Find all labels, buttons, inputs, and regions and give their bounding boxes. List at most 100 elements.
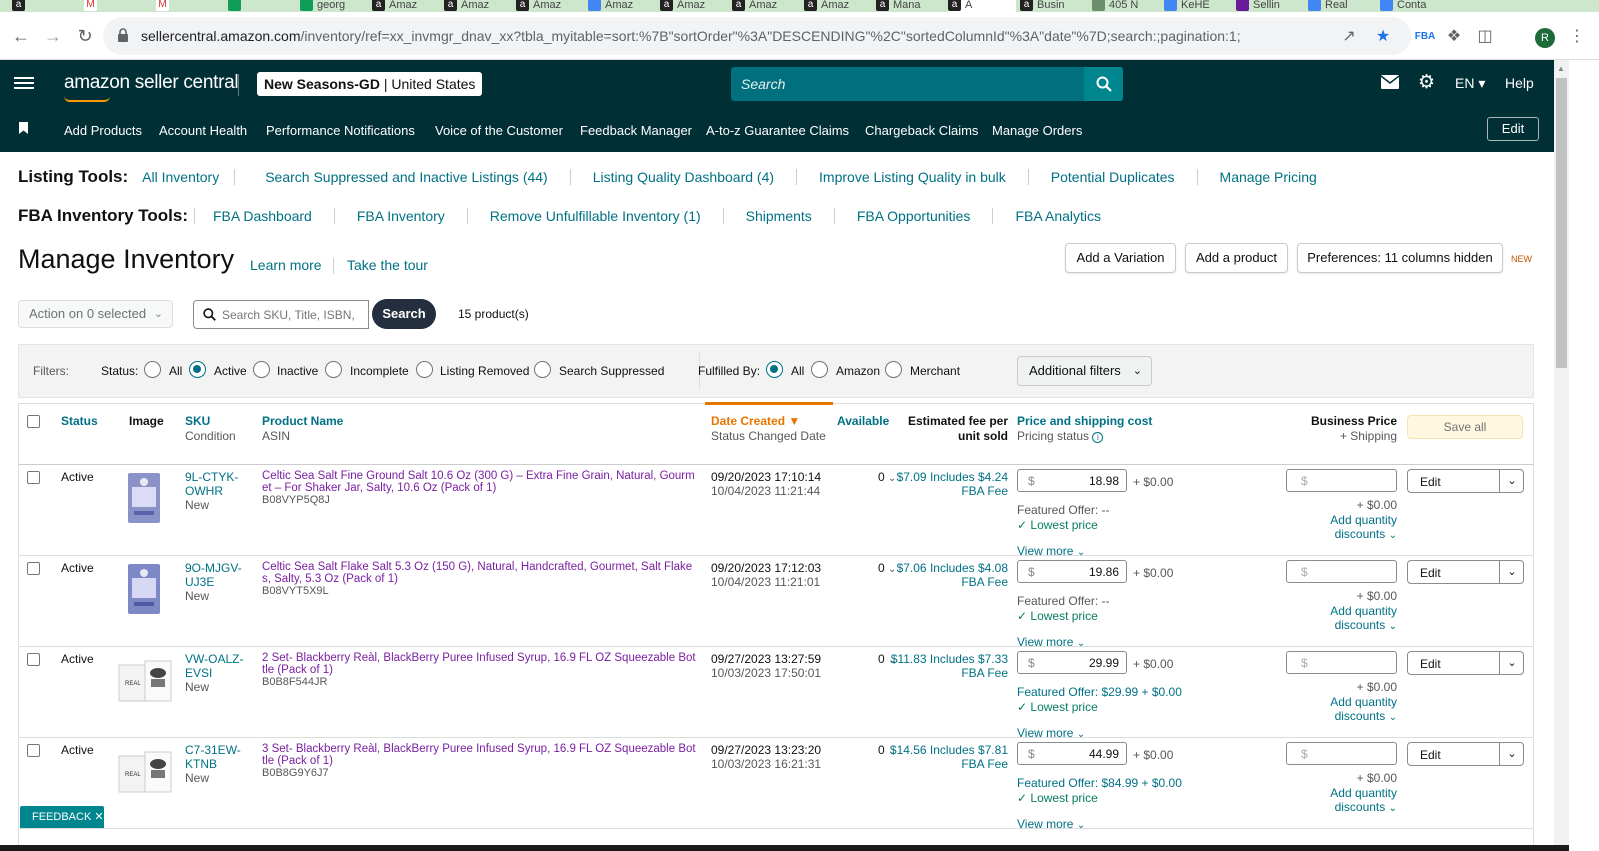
col-status[interactable]: Status — [61, 414, 98, 429]
help-link[interactable]: Help — [1505, 75, 1534, 91]
edit-button[interactable]: Edit ⌄ — [1407, 560, 1524, 584]
header-search-input[interactable]: Search — [731, 67, 1123, 101]
nav-account-health[interactable]: Account Health — [159, 123, 247, 138]
reload-icon[interactable]: ↻ — [74, 25, 96, 47]
add-quantity-discounts-link[interactable]: Add quantity discounts ⌄ — [1316, 513, 1397, 543]
business-price-input[interactable]: $ — [1286, 742, 1397, 765]
row-checkbox[interactable] — [27, 471, 40, 484]
radio-status-search-suppressed[interactable] — [534, 361, 551, 378]
edit-dropdown-chevron-icon[interactable]: ⌄ — [1499, 652, 1524, 674]
sku-link[interactable]: VW-OALZ-EVSI New — [185, 652, 251, 694]
col-product-name[interactable]: Product Name ASIN — [262, 414, 343, 444]
browser-tab[interactable]: Sellin — [1236, 0, 1304, 12]
link-manage-pricing[interactable]: Manage Pricing — [1198, 169, 1339, 185]
product-image[interactable] — [126, 473, 164, 523]
edit-button[interactable]: Edit ⌄ — [1407, 651, 1524, 675]
preferences-button[interactable]: Preferences: 11 columns hidden — [1297, 243, 1503, 273]
browser-tab[interactable]: a Amaz — [732, 0, 800, 12]
business-price-input[interactable]: $ — [1286, 560, 1397, 583]
browser-tab[interactable]: a Mana — [876, 0, 944, 12]
price-input[interactable]: $18.98 — [1017, 469, 1127, 492]
browser-tab[interactable]: Real — [1308, 0, 1376, 12]
link-all-inventory[interactable]: All Inventory — [132, 169, 236, 185]
take-tour-link[interactable]: Take the tour — [347, 257, 428, 273]
address-bar[interactable]: sellercentral.amazon.com/inventory/ref=x… — [103, 17, 1411, 55]
product-name-link[interactable]: Celtic Sea Salt Fine Ground Salt 10.6 Oz… — [262, 470, 698, 506]
scroll-up-icon[interactable]: ▲ — [1557, 64, 1565, 73]
link-shipments[interactable]: Shipments — [724, 208, 835, 224]
radio-fulfilled-amazon[interactable] — [811, 361, 828, 378]
nav-manage-orders[interactable]: Manage Orders — [992, 123, 1082, 138]
add-quantity-discounts-link[interactable]: Add quantity discounts ⌄ — [1316, 695, 1397, 725]
browser-tab[interactable]: georg — [300, 0, 368, 12]
row-checkbox[interactable] — [27, 562, 40, 575]
search-button[interactable]: Search — [372, 299, 436, 329]
browser-tab[interactable]: a Amaz — [804, 0, 872, 12]
product-image[interactable]: REAL — [117, 746, 172, 796]
select-all-checkbox[interactable] — [27, 415, 40, 428]
edit-button[interactable]: Edit ⌄ — [1407, 469, 1524, 493]
browser-tab[interactable]: aA — [948, 0, 1016, 12]
edit-dropdown-chevron-icon[interactable]: ⌄ — [1499, 561, 1524, 583]
browser-tab[interactable]: M — [84, 0, 152, 12]
browser-tab[interactable]: KeHE — [1164, 0, 1232, 12]
row-checkbox[interactable] — [27, 653, 40, 666]
edit-nav-button[interactable]: Edit — [1487, 117, 1539, 141]
browser-tab[interactable]: a Busin — [1020, 0, 1088, 12]
extension-icon[interactable]: FBA — [1415, 27, 1436, 45]
learn-more-link[interactable]: Learn more — [250, 257, 322, 273]
radio-status-active[interactable] — [189, 361, 206, 378]
nav-feedback-manager[interactable]: Feedback Manager — [580, 123, 692, 138]
edit-button[interactable]: Edit ⌄ — [1407, 742, 1524, 766]
link-remove-unfulfillable[interactable]: Remove Unfulfillable Inventory (1) — [468, 208, 724, 224]
price-input[interactable]: $44.99 — [1017, 742, 1127, 765]
col-sku[interactable]: SKU Condition — [185, 414, 236, 444]
add-variation-button[interactable]: Add a Variation — [1065, 243, 1176, 273]
info-icon[interactable]: i — [1092, 432, 1104, 443]
edit-dropdown-chevron-icon[interactable]: ⌄ — [1499, 470, 1524, 492]
link-fba-inventory[interactable]: FBA Inventory — [335, 208, 468, 224]
add-product-button[interactable]: Add a product — [1185, 243, 1288, 273]
feedback-button[interactable]: FEEDBACK ✕ — [20, 806, 104, 828]
estimated-fee-link[interactable]: $14.56 Includes $7.81 FBA Fee — [887, 743, 1008, 771]
menu-dots-icon[interactable]: ⋮ — [1568, 27, 1586, 45]
radio-fulfilled-all[interactable] — [766, 361, 783, 378]
close-icon[interactable]: ✕ — [94, 811, 103, 823]
browser-tab[interactable]: a — [12, 0, 80, 12]
radio-status-all[interactable] — [144, 361, 161, 378]
link-potential-duplicates[interactable]: Potential Duplicates — [1029, 169, 1198, 185]
link-suppressed-listings[interactable]: Search Suppressed and Inactive Listings … — [235, 169, 571, 185]
price-input[interactable]: $19.86 — [1017, 560, 1127, 583]
radio-status-inactive[interactable] — [253, 361, 270, 378]
browser-tab[interactable]: a Amaz — [444, 0, 512, 12]
col-available[interactable]: Available — [837, 414, 889, 429]
link-fba-dashboard[interactable]: FBA Dashboard — [194, 208, 335, 224]
estimated-fee-link[interactable]: $11.83 Includes $7.33 FBA Fee — [887, 652, 1008, 680]
profile-avatar[interactable]: R — [1535, 28, 1555, 48]
language-selector[interactable]: EN ▾ — [1455, 75, 1485, 92]
row-checkbox[interactable] — [27, 744, 40, 757]
browser-tab[interactable]: a Amaz — [516, 0, 584, 12]
view-more-link[interactable]: View more ⌄ — [1017, 817, 1085, 833]
col-price[interactable]: Price and shipping cost Pricing status i — [1017, 414, 1152, 444]
product-image[interactable]: REAL — [117, 655, 172, 705]
browser-tab[interactable]: Conta — [1380, 0, 1448, 12]
price-input[interactable]: $29.99 — [1017, 651, 1127, 674]
product-name-link[interactable]: 3 Set- Blackberry Reàl, BlackBerry Puree… — [262, 743, 698, 779]
browser-tab[interactable]: a Amaz — [660, 0, 728, 12]
business-price-input[interactable]: $ — [1286, 469, 1397, 492]
save-all-button[interactable]: Save all — [1407, 415, 1523, 439]
nav-voice-of-customer[interactable]: Voice of the Customer — [435, 123, 563, 138]
browser-tab[interactable]: Amaz — [588, 0, 656, 12]
sku-link[interactable]: 9L-CTYK-OWHR New — [185, 470, 251, 512]
bulk-action-select[interactable]: Action on 0 selected ⌄ — [18, 300, 173, 328]
col-date-created[interactable]: Date Created ▼ Status Changed Date — [711, 414, 826, 444]
store-switcher[interactable]: New Seasons-GD | United States — [257, 72, 483, 96]
forward-icon[interactable]: → — [42, 25, 64, 47]
mail-icon[interactable] — [1380, 75, 1400, 92]
link-listing-quality[interactable]: Listing Quality Dashboard (4) — [571, 169, 798, 185]
extensions-puzzle-icon[interactable]: ❖ — [1445, 27, 1463, 45]
business-price-input[interactable]: $ — [1286, 651, 1397, 674]
browser-tab[interactable]: M — [156, 0, 224, 12]
search-button[interactable] — [1084, 67, 1123, 101]
